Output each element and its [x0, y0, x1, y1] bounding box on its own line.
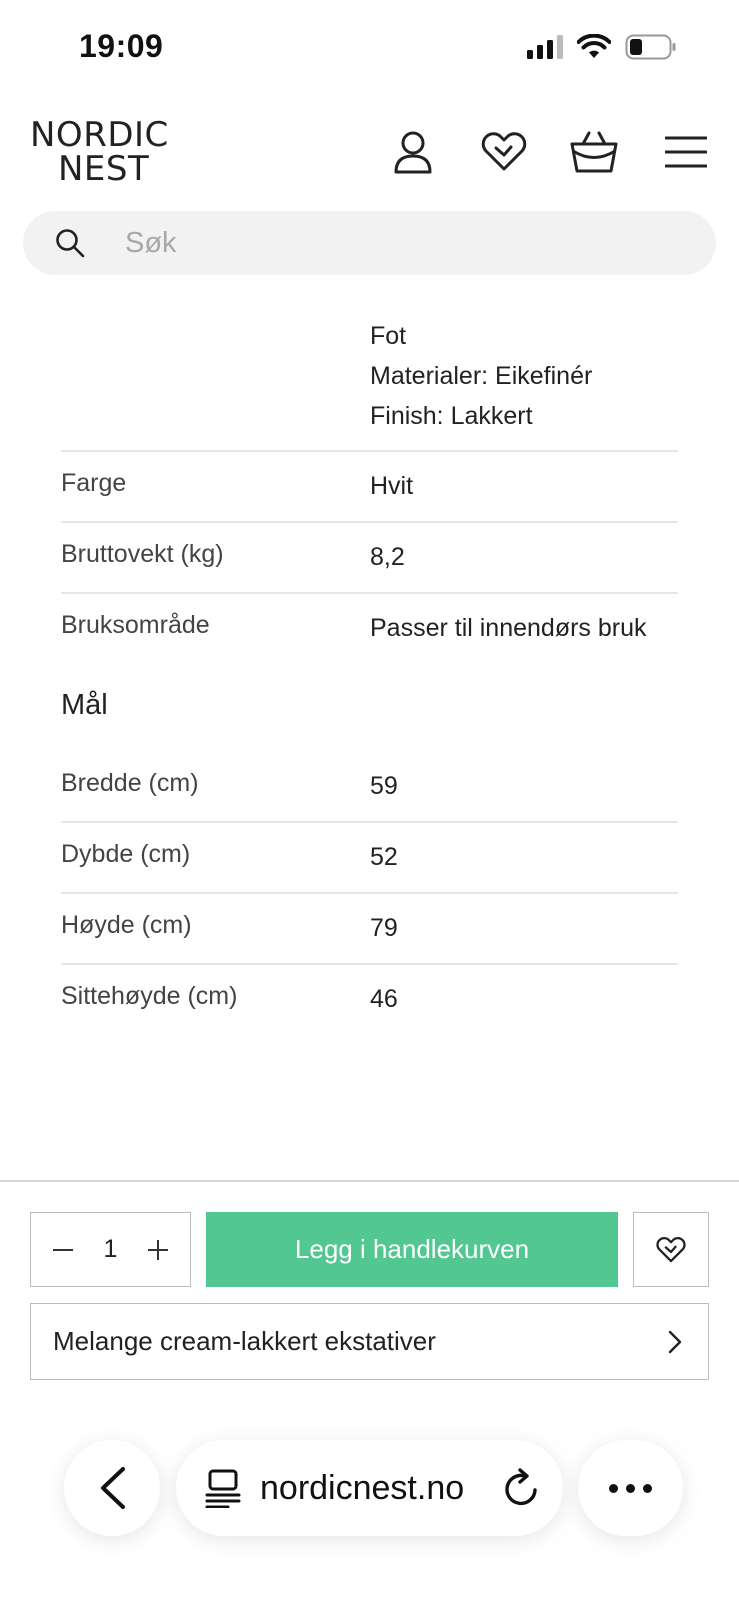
site-header: NORDIC NEST	[0, 108, 739, 198]
decrease-quantity-button[interactable]	[49, 1236, 77, 1264]
add-to-wishlist-button[interactable]	[633, 1212, 709, 1287]
spec-row-usage: Bruksområde Passer til innendørs bruk	[61, 594, 678, 663]
cart-button[interactable]	[568, 126, 620, 178]
spec-value: 46	[370, 985, 398, 1013]
reload-icon[interactable]	[503, 1468, 541, 1508]
spec-value: 79	[370, 914, 398, 942]
spec-row-width: Bredde (cm) 59	[61, 752, 678, 823]
logo-line-2: NEST	[58, 149, 150, 189]
browser-more-button[interactable]	[578, 1440, 683, 1536]
wishlist-button[interactable]	[478, 126, 530, 178]
more-dot	[626, 1483, 635, 1493]
status-icons	[527, 34, 677, 60]
spec-value: Hvit	[370, 472, 414, 500]
variant-selector[interactable]: Melange cream-lakkert ekstativer	[30, 1303, 709, 1380]
spec-row-height: Høyde (cm) 79	[61, 894, 678, 965]
variant-label: Melange cream-lakkert ekstativer	[53, 1326, 436, 1356]
heart-icon	[481, 132, 527, 171]
plus-icon	[148, 1239, 168, 1260]
more-dot	[609, 1483, 618, 1493]
more-dot	[643, 1483, 652, 1493]
heart-icon	[656, 1236, 686, 1262]
spec-base-line: Finish: Lakkert	[370, 402, 533, 430]
spec-value: 59	[370, 772, 398, 800]
chevron-right-icon	[668, 1330, 682, 1353]
add-to-cart-button[interactable]: Legg i handlekurven	[206, 1212, 618, 1287]
spec-row-color: Farge Hvit	[61, 452, 678, 523]
search-bar[interactable]	[23, 211, 716, 275]
spec-value: 8,2	[370, 543, 405, 571]
spec-base-line: Fot	[370, 322, 407, 350]
spec-label: Høyde (cm)	[61, 911, 192, 939]
increase-quantity-button[interactable]	[144, 1236, 172, 1264]
status-bar: 19:09	[0, 0, 739, 100]
purchase-bar-divider	[0, 1180, 739, 1182]
battery-icon	[625, 34, 676, 60]
spec-row-depth: Dybde (cm) 52	[61, 823, 678, 894]
browser-back-button[interactable]	[64, 1440, 160, 1536]
spec-label: Sittehøyde (cm)	[61, 982, 238, 1010]
product-specifications: Fot Materialer: Eikefinér Finish: Lakker…	[61, 316, 678, 1034]
spec-label: Bredde (cm)	[61, 769, 199, 797]
basket-icon	[570, 131, 618, 173]
menu-icon	[665, 136, 707, 168]
quantity-stepper	[30, 1212, 191, 1287]
search-input[interactable]	[125, 226, 645, 260]
spec-base-details: Fot Materialer: Eikefinér Finish: Lakker…	[61, 316, 678, 452]
spec-value: 52	[370, 843, 398, 871]
url-text: nordicnest.no	[260, 1468, 465, 1507]
wifi-icon	[577, 34, 611, 58]
nordic-nest-logo[interactable]: NORDIC NEST	[30, 118, 169, 186]
quantity-input[interactable]	[90, 1235, 131, 1264]
spec-label: Dybde (cm)	[61, 840, 191, 868]
spec-row-gross-weight: Bruttovekt (kg) 8,2	[61, 523, 678, 594]
spec-label: Bruttovekt (kg)	[61, 540, 224, 568]
account-button[interactable]	[387, 126, 439, 178]
spec-label: Bruksområde	[61, 611, 210, 639]
dimensions-heading: Mål	[61, 689, 108, 721]
browser-address-bar[interactable]: nordicnest.no	[176, 1440, 563, 1536]
spec-base-line: Materialer: Eikefinér	[370, 362, 593, 390]
menu-button[interactable]	[660, 126, 712, 178]
tab-overview-icon[interactable]	[204, 1468, 242, 1508]
spec-label: Farge	[61, 469, 127, 497]
user-icon	[394, 131, 432, 174]
spec-row-seat-height: Sittehøyde (cm) 46	[61, 965, 678, 1034]
minus-icon	[53, 1248, 73, 1251]
search-icon	[56, 229, 85, 258]
cellular-signal-icon	[527, 35, 563, 59]
status-time: 19:09	[79, 28, 164, 64]
spec-value: Passer til innendørs bruk	[370, 614, 647, 642]
chevron-left-icon	[101, 1467, 125, 1509]
